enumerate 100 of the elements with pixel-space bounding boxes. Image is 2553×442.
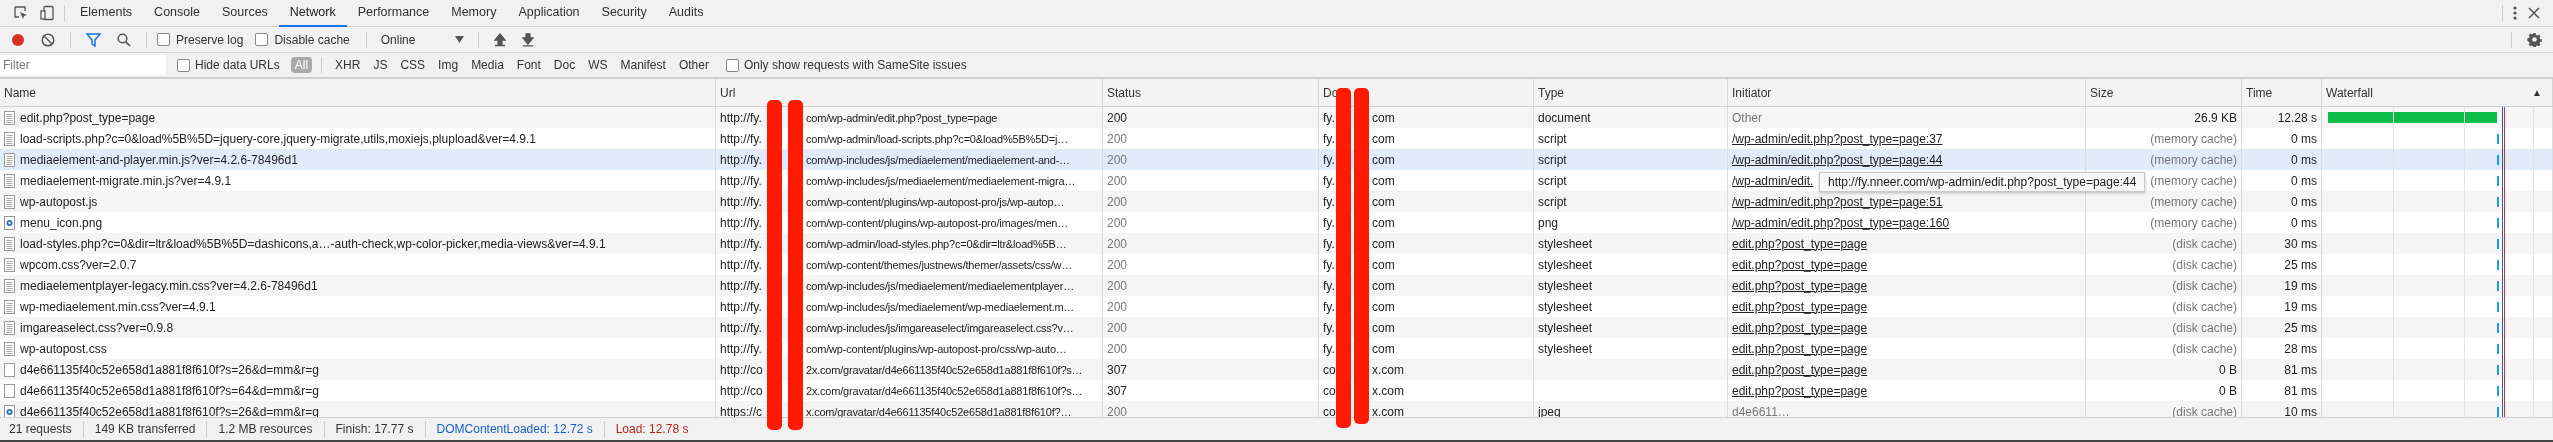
document-icon (4, 110, 15, 125)
request-row[interactable] (0, 233, 2553, 254)
resource-type: script (1538, 131, 1567, 146)
type-filter[interactable]: Other (674, 57, 713, 73)
initiator-link[interactable]: edit.php?post_type=page (1732, 299, 1868, 314)
file-name: wp-autopost.css (20, 341, 107, 356)
url-end: x.com/gravatar/d4e661135f40c52e658d1a881f8f610f?… (806, 405, 1072, 417)
panel-tab[interactable]: Elements (69, 0, 144, 27)
request-row[interactable]: edit.php?post_type=page http://fy. com/wp-admin/edit.php?post_type=page 200 fy. com document Other 26.9 KB 12.28 s (0, 107, 2553, 128)
panel-tab[interactable]: Audits (657, 0, 715, 27)
time-text: 0 ms (2291, 194, 2317, 209)
type-filter[interactable]: Font (512, 57, 545, 73)
file-name: imgareaselect.css?ver=0.9.8 (20, 320, 174, 335)
initiator-link[interactable]: /wp-admin/edit.php?post_type=page:37 (1732, 131, 1943, 146)
type-filter[interactable]: JS (369, 57, 392, 73)
initiator-link[interactable]: edit.php?post_type=page (1732, 383, 1868, 398)
panel-tab[interactable]: Application (507, 0, 591, 27)
status-code: 200 (1107, 131, 1128, 146)
checkbox[interactable] (157, 33, 170, 46)
type-filter[interactable]: CSS (396, 57, 430, 73)
filter-icon[interactable] (86, 32, 101, 47)
throttling-dropdown[interactable]: Online (376, 32, 469, 47)
initiator-link[interactable]: /wp-admin/edit. (1732, 173, 1814, 188)
domain-end: com (1372, 320, 1395, 335)
more-icon[interactable] (2512, 5, 2518, 21)
initiator-link[interactable]: edit.php?post_type=page (1732, 278, 1868, 293)
initiator-link[interactable]: edit.php?post_type=page (1732, 236, 1868, 251)
time-text: 19 ms (2284, 278, 2317, 293)
status-code: 307 (1107, 362, 1128, 377)
status-text: 1.2 MB resources (217, 422, 314, 436)
initiator-link[interactable]: edit.php?post_type=page (1732, 320, 1868, 335)
initiator-link[interactable]: edit.php?post_type=page (1732, 362, 1868, 377)
type-filter[interactable]: Manifest (616, 57, 670, 73)
column-header[interactable]: Name (0, 79, 716, 106)
initiator-link[interactable]: /wp-admin/edit.php?post_type=page:51 (1732, 194, 1943, 209)
upload-icon[interactable] (494, 32, 507, 47)
waterfall-tick (2497, 238, 2499, 249)
status-code: 200 (1107, 152, 1128, 167)
checkbox-label[interactable]: Preserve log (176, 32, 244, 47)
file-name: mediaelementplayer-legacy.min.css?ver=4.2.6-78496d1 (20, 278, 318, 293)
initiator-link[interactable]: edit.php?post_type=page (1732, 341, 1868, 356)
column-header[interactable]: Size (2086, 79, 2242, 106)
column-header[interactable]: Status (1103, 79, 1319, 106)
request-row[interactable]: imgareaselect.css?ver=0.9.8 http://fy. com/wp-includes/js/imgareaselect/imgareaselect.css?v… 200 fy. com stylesheet edit.php?post_type=page (disk cache) 25 ms (0, 317, 2553, 338)
domain-end: com (1372, 236, 1395, 251)
settings-icon[interactable] (2527, 32, 2542, 47)
checkbox-label[interactable]: Hide data URLs (195, 58, 280, 72)
time-text: 0 ms (2291, 215, 2317, 230)
domain-end: com (1372, 152, 1395, 167)
record-icon[interactable] (11, 32, 25, 47)
initiator-link[interactable]: /wp-admin/edit.php?post_type=page:44 (1732, 152, 1943, 167)
initiator-link[interactable]: edit.php?post_type=page (1732, 257, 1868, 272)
download-icon[interactable] (522, 32, 535, 47)
type-filter[interactable]: XHR (331, 57, 365, 73)
url-start: http://fy. (720, 173, 763, 188)
inspect-icon[interactable] (13, 5, 29, 21)
url-end: com/wp-includes/js/imgareaselect/imgareaselect.css?v… (806, 321, 1074, 334)
column-header[interactable]: Time (2242, 79, 2322, 106)
column-header[interactable]: Type (1534, 79, 1728, 106)
request-row[interactable]: d4e661135f40c52e658d1a881f8f610f?s=26&d=mm&r=g http://co 2x.com/gravatar/d4e661135f40c52e658d1a881f8f610f?s… 307 co x.com edit.php?post_type=page 0 B 81 ms (0, 359, 2553, 380)
url-end: 2x.com/gravatar/d4e661135f40c52e658d1a881f8f610f?s… (806, 363, 1083, 376)
checkbox[interactable] (725, 58, 739, 72)
type-filter[interactable]: Img (434, 57, 463, 73)
domain-end: com (1372, 341, 1395, 356)
domain-end: x.com (1372, 383, 1404, 398)
request-row[interactable]: mediaelementplayer-legacy.min.css?ver=4.2.6-78496d1 http://fy. com/wp-includes/js/mediaelement/mediaelementplayer… 200 fy. com stylesheet edit.php?post_type=page (disk cache) 19 ms (0, 275, 2553, 296)
document-icon (4, 320, 15, 335)
checkbox[interactable] (177, 58, 190, 72)
panel-tab[interactable]: Sources (211, 0, 279, 27)
time-text: 0 ms (2291, 152, 2317, 167)
request-row[interactable]: wp-autopost.js http://fy. com/wp-content/plugins/wp-autopost-pro/js/wp-autop… 200 fy. com script /wp-admin/edit.php?post_type=page:51 (memory cache) 0 ms (0, 191, 2553, 212)
status-code: 200 (1107, 341, 1128, 356)
checkbox-label[interactable]: Disable cache (274, 32, 350, 47)
type-filter[interactable]: Doc (549, 57, 580, 73)
panel-tab[interactable]: Security (590, 0, 658, 27)
size-text: (disk cache) (2172, 299, 2237, 314)
filter-field[interactable]: Filter (0, 55, 166, 75)
column-header[interactable]: Waterfall ▲ (2322, 79, 2553, 106)
panel-tab[interactable]: Memory (440, 0, 508, 27)
checkbox-label[interactable]: Only show requests with SameSite issues (743, 58, 967, 72)
waterfall-tick (2497, 133, 2499, 144)
url-start: http://fy. (720, 152, 763, 167)
domain-end: x.com (1372, 404, 1404, 417)
column-header[interactable]: Initiator (1728, 79, 2086, 106)
initiator-link[interactable]: /wp-admin/edit.php?post_type=page:160 (1732, 215, 1950, 230)
file-name: d4e661135f40c52e658d1a881f8f610f?s=64&d=mm&r=g (20, 383, 320, 398)
close-icon[interactable] (2528, 7, 2540, 19)
caret-icon (455, 36, 465, 43)
checkbox[interactable] (255, 33, 269, 46)
domain-end: x.com (1372, 362, 1404, 377)
request-row[interactable]: mediaelement-and-player.min.js?ver=4.2.6-78496d1 http://fy. com/wp-includes/js/mediaelement/mediaelement-and-… 200 fy. com script /wp-admin/edit.php?post_type=page:44 (memory cache) 0 ms (0, 149, 2553, 170)
clear-icon[interactable] (41, 32, 55, 47)
panel-tab[interactable]: Performance (346, 0, 441, 27)
device-icon[interactable] (39, 5, 55, 21)
type-filter[interactable]: Media (467, 57, 508, 73)
type-filter[interactable]: WS (584, 57, 612, 73)
panel-tab[interactable]: Console (143, 0, 211, 27)
search-icon[interactable] (117, 32, 131, 47)
url-start: http://co (720, 383, 764, 398)
file-name: mediaelement-and-player.min.js?ver=4.2.6-78496d1 (20, 152, 298, 167)
